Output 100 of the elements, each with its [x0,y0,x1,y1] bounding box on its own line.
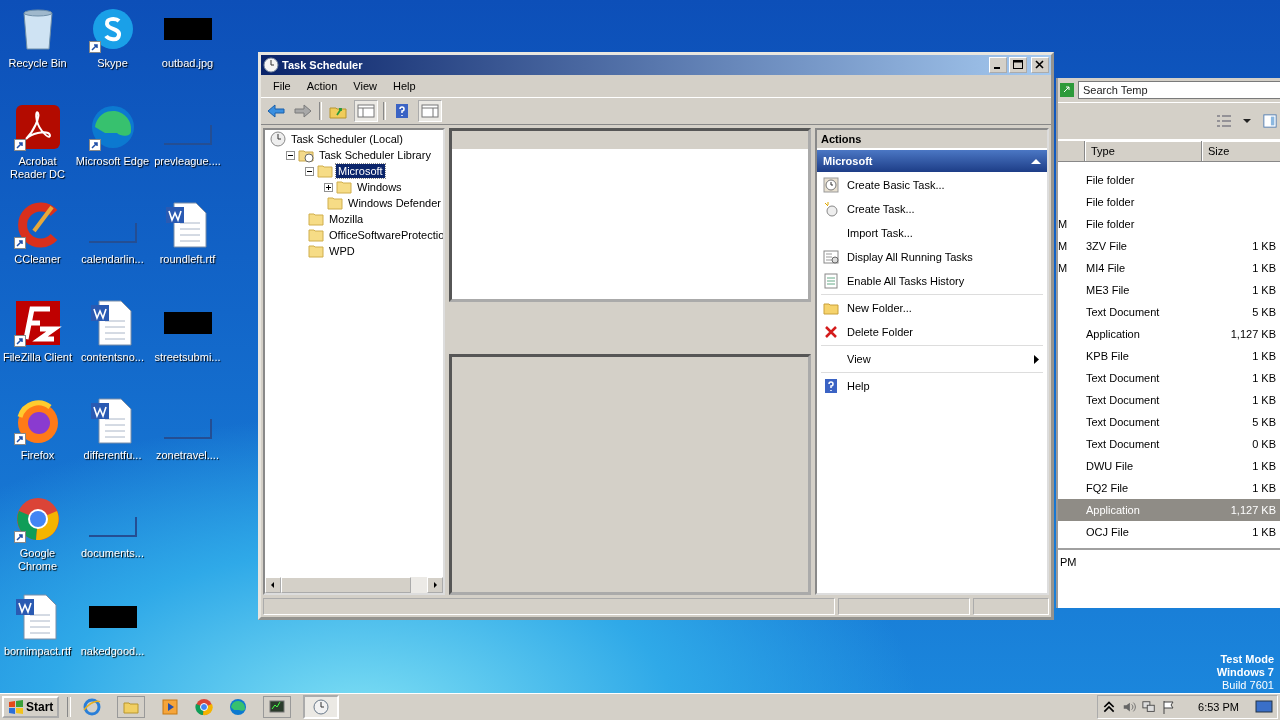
file-row[interactable]: M 3ZV File 1 KB [1058,235,1280,257]
file-row[interactable]: Text Document 1 KB [1058,389,1280,411]
back-arrow-icon[interactable] [265,101,287,121]
action-link[interactable]: Enable All Tasks History [821,269,1043,293]
menu-item[interactable]: View [345,77,385,95]
tree-item[interactable]: OfficeSoftwareProtectio [327,228,443,242]
flag-icon[interactable] [1162,700,1177,714]
folder-icon [308,227,324,243]
tree-item[interactable]: Mozilla [327,212,366,226]
maximize-button[interactable] [1009,57,1027,73]
scroll-left-button[interactable] [265,577,281,593]
action-link[interactable]: View [821,347,1043,371]
shortcut-arrow-icon [13,335,26,347]
clock[interactable]: 6:53 PM [1182,701,1249,713]
desktop-icon-label[interactable]: Firefox [20,449,55,462]
action-link[interactable]: Display All Running Tasks [821,245,1043,269]
desktop-icon-label[interactable]: roundleft.rtf [159,253,216,266]
desktop-icon-label[interactable]: prevleague.... [154,155,221,168]
scroll-thumb[interactable] [281,577,411,593]
file-row[interactable]: Text Document 0 KB [1058,433,1280,455]
file-row[interactable]: FQ2 File 1 KB [1058,477,1280,499]
action-link[interactable]: Help [821,374,1043,398]
action-link[interactable]: Create Task... [821,197,1043,221]
file-row[interactable]: KPB File 1 KB [1058,345,1280,367]
tree-item[interactable]: Windows [355,180,404,194]
tree-item[interactable]: WPD [327,244,357,258]
clock-icon [270,131,286,147]
collapse-toggle[interactable] [286,150,295,160]
action-link[interactable]: Delete Folder [821,320,1043,344]
file-row[interactable]: M MI4 File 1 KB [1058,257,1280,279]
desktop-icon-label[interactable]: contentsno... [81,351,144,364]
tree-item[interactable]: Windows Defender [346,196,443,210]
console-tree-icon[interactable] [354,100,378,122]
scroll-right-button[interactable] [427,577,443,593]
file-row[interactable]: Text Document 5 KB [1058,301,1280,323]
action-pane-icon[interactable] [418,100,442,122]
close-button[interactable] [1031,57,1049,73]
chevron-up-icon[interactable] [1102,700,1117,714]
show-desktop-icon[interactable] [1255,700,1273,714]
tree-item[interactable]: Task Scheduler Library [317,148,433,162]
action-link[interactable]: New Folder... [821,296,1043,320]
section-title: Microsoft [823,155,873,167]
submenu-arrow-icon [1034,354,1039,364]
desktop-icon-label[interactable]: Acrobat Reader DC [0,155,75,181]
minimize-button[interactable] [989,57,1007,73]
desktop-icon-label[interactable]: outbad.jpg [161,57,214,70]
chrome-icon[interactable] [195,698,214,716]
column-header[interactable]: Size [1202,141,1280,161]
file-row[interactable]: M File folder [1058,213,1280,235]
desktop-icon-label[interactable]: Skype [97,57,128,70]
clock-icon [823,177,839,193]
shortcut-arrow-icon [13,531,26,543]
file-row[interactable]: DWU File 1 KB [1058,455,1280,477]
file-row[interactable]: ME3 File 1 KB [1058,279,1280,301]
action-link[interactable]: Import Task... [821,221,1043,245]
file-row[interactable]: File folder [1058,191,1280,213]
desktop-icon-label[interactable]: FileZilla Client [2,351,73,364]
menu-item[interactable]: Action [298,77,346,95]
action-link[interactable]: Create Basic Task... [821,173,1043,197]
tree-item[interactable]: Task Scheduler (Local) [289,132,405,146]
start-button[interactable]: Start [2,696,60,718]
folder-icon [308,243,324,259]
file-row[interactable]: File folder [1058,169,1280,191]
file-row[interactable]: Application 1,127 KB [1058,323,1280,345]
windows-flag-icon [8,700,24,714]
desktop-icon-label[interactable]: CCleaner [14,253,61,266]
desktop-icon-label[interactable]: calendarlin... [81,253,144,266]
expand-toggle[interactable] [324,182,333,192]
speaker-icon[interactable] [1122,700,1137,714]
search-field[interactable]: Search Temp [1078,81,1280,99]
refresh-icon[interactable] [1060,83,1074,97]
file-row[interactable]: OCJ File 1 KB [1058,521,1280,543]
desktop-icon-label[interactable]: differentfu... [83,449,142,462]
column-header[interactable]: Type [1085,141,1202,161]
menu-item[interactable]: File [265,77,299,95]
clock-sparkle-icon [823,201,839,217]
desktop-icon-label[interactable]: Microsoft Edge [75,155,150,168]
desktop-icon-label[interactable]: Recycle Bin [8,57,67,70]
tree-item[interactable]: Microsoft [336,164,385,178]
taskbar-button[interactable] [303,695,340,719]
file-row[interactable]: Text Document 5 KB [1058,411,1280,433]
edge-icon[interactable] [229,698,248,716]
clock-icon [263,57,279,73]
internet-explorer-icon[interactable] [83,698,102,716]
collapse-caret-icon [1031,158,1041,164]
horizontal-scrollbar[interactable] [265,577,443,593]
shortcut-arrow-icon [13,237,26,249]
network-icon[interactable] [1142,700,1157,714]
test-mode-text: Build 7601 [1222,679,1274,692]
menu-item[interactable]: Help [384,77,424,95]
monitor-icon[interactable] [263,696,292,718]
section-header[interactable]: Microsoft [817,150,1047,172]
preview-pane-icon[interactable] [1262,114,1278,128]
new-folder-icon [823,300,839,316]
media-player-icon[interactable] [161,698,180,716]
collapse-toggle[interactable] [305,166,314,176]
file-row[interactable]: Text Document 1 KB [1058,367,1280,389]
clock-icon [312,698,331,716]
desktop-icon-label[interactable]: zonetravel.... [156,449,219,462]
desktop-icon-label[interactable]: streetsubmi... [154,351,221,364]
